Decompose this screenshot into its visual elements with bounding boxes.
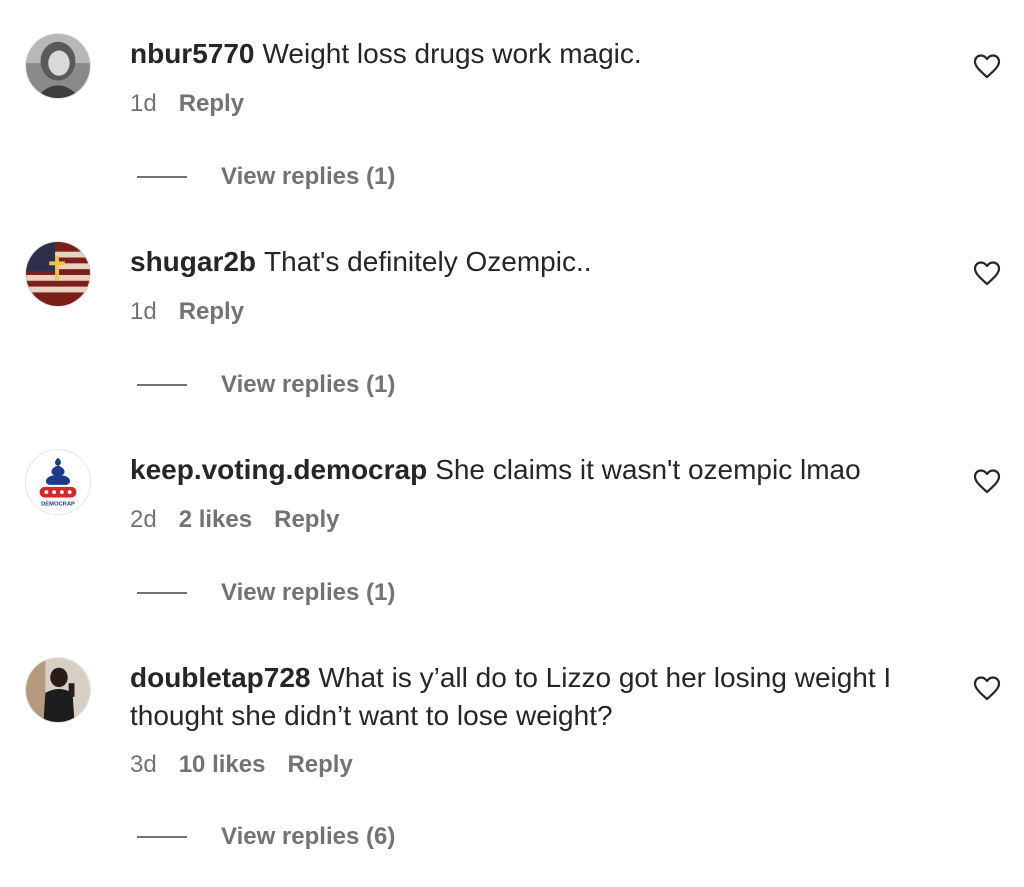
comment-body: doubletap728 What is y’all do to Lizzo go… (130, 659, 950, 735)
view-replies-button[interactable]: View replies (1) (137, 578, 395, 608)
comment-text: She claims it wasn't ozempic lmao (435, 454, 861, 485)
reply-button[interactable]: Reply (179, 90, 244, 117)
avatar-photo (26, 658, 90, 722)
comment-text: Weight loss drugs work magic. (262, 38, 642, 69)
avatar-photo (26, 34, 90, 98)
heart-outline-icon (973, 469, 1001, 494)
comment-meta: 1d Reply (130, 297, 244, 327)
like-button[interactable] (973, 53, 1001, 79)
avatar-photo (26, 242, 90, 306)
comment-meta: 3d 10 likes Reply (130, 750, 353, 780)
reply-button[interactable]: Reply (179, 298, 244, 325)
divider-line (137, 176, 187, 178)
view-replies-label: View replies (1) (221, 163, 396, 190)
comment-time[interactable]: 2d (130, 506, 157, 533)
likes-count[interactable]: 10 likes (179, 751, 266, 778)
view-replies-label: View replies (1) (221, 371, 396, 398)
heart-outline-icon (973, 676, 1001, 701)
reply-button[interactable]: Reply (287, 751, 352, 778)
like-button[interactable] (973, 468, 1001, 494)
comment-username[interactable]: keep.voting.democrap (130, 454, 427, 485)
avatar[interactable] (25, 241, 91, 307)
comment-time[interactable]: 1d (130, 298, 157, 325)
view-replies-button[interactable]: View replies (6) (137, 822, 395, 852)
avatar-logo-text: DEMOCRAP (41, 501, 75, 507)
comment-body: nbur5770 Weight loss drugs work magic. (130, 35, 950, 73)
avatar[interactable] (25, 657, 91, 723)
comment-meta: 2d 2 likes Reply (130, 505, 339, 535)
heart-outline-icon (973, 261, 1001, 286)
comment-text: That's definitely Ozempic.. (264, 246, 592, 277)
view-replies-button[interactable]: View replies (1) (137, 370, 395, 400)
like-button[interactable] (973, 260, 1001, 286)
divider-line (137, 836, 187, 838)
comment-time[interactable]: 3d (130, 751, 157, 778)
avatar[interactable] (25, 33, 91, 99)
comment-body: keep.voting.democrap She claims it wasn't… (130, 451, 950, 489)
avatar[interactable]: DEMOCRAP (25, 449, 91, 515)
comment-time[interactable]: 1d (130, 90, 157, 117)
divider-line (137, 592, 187, 594)
comment-username[interactable]: shugar2b (130, 246, 256, 277)
view-replies-button[interactable]: View replies (1) (137, 162, 395, 192)
divider-line (137, 384, 187, 386)
comment-meta: 1d Reply (130, 89, 244, 119)
likes-count[interactable]: 2 likes (179, 506, 252, 533)
like-button[interactable] (973, 675, 1001, 701)
view-replies-label: View replies (6) (221, 823, 396, 850)
heart-outline-icon (973, 54, 1001, 79)
view-replies-label: View replies (1) (221, 579, 396, 606)
avatar-logo: DEMOCRAP (26, 450, 90, 514)
comment-username[interactable]: doubletap728 (130, 662, 310, 693)
comment-body: shugar2b That's definitely Ozempic.. (130, 243, 950, 281)
reply-button[interactable]: Reply (274, 506, 339, 533)
comment-username[interactable]: nbur5770 (130, 38, 255, 69)
